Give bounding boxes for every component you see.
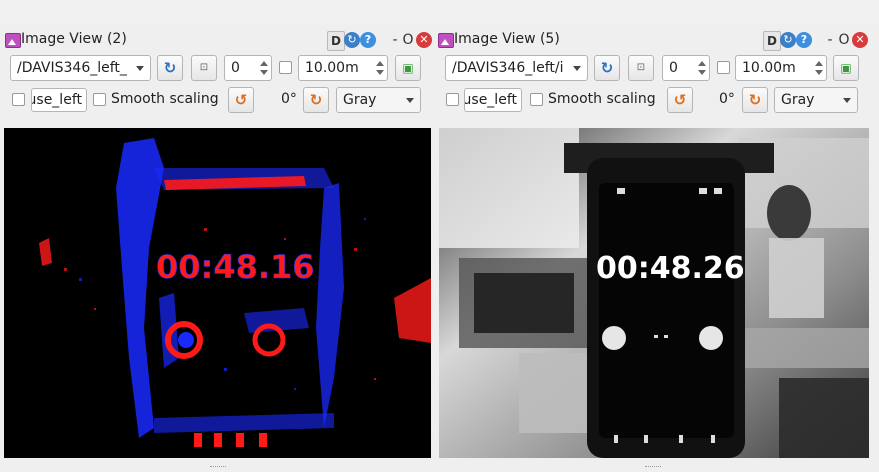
image-view-panel-2: Image View (2) D ↻ ? - O ✕ /DAVIS346_lef… — [0, 24, 437, 472]
event-clock-text: 00:48.16 — [156, 248, 315, 286]
spin-up-icon[interactable] — [260, 61, 268, 66]
spin-up-icon[interactable] — [376, 61, 384, 66]
zoom-fit-icon: ⊡ — [199, 62, 209, 73]
rotate-left-icon: ↺ — [234, 91, 248, 109]
topic-select[interactable]: /DAVIS346_left_ — [10, 55, 151, 81]
smooth-scaling-label: Smooth scaling — [111, 91, 219, 107]
event-frame-graphic: 00:48.16 — [4, 128, 431, 458]
dock-button[interactable]: D — [763, 31, 781, 51]
image-view-panel-5: Image View (5) D ↻ ? - O ✕ /DAVIS346_lef… — [437, 24, 879, 472]
close-button[interactable]: ✕ — [852, 32, 868, 48]
topic-select-value: /DAVIS346_left/i — [452, 60, 564, 76]
panel-titlebar: Image View (2) D ↻ ? - O ✕ — [0, 26, 437, 52]
spin-up-icon[interactable] — [815, 61, 823, 66]
resize-grip[interactable] — [645, 466, 661, 470]
event-image-view[interactable]: 00:48.16 — [4, 128, 431, 458]
chevron-down-icon — [573, 66, 581, 71]
reload-icon[interactable]: ↻ — [780, 32, 796, 48]
rotate-right-button[interactable]: ↻ — [742, 87, 768, 113]
smooth-scaling-label: Smooth scaling — [548, 91, 656, 107]
distance-value: 10.00m — [305, 60, 359, 76]
publish-mouse-checkbox[interactable] — [446, 93, 459, 106]
dynamic-range-checkbox[interactable] — [717, 61, 730, 74]
rotation-label: 0° — [281, 91, 297, 107]
rotation-label: 0° — [719, 91, 735, 107]
panel-title: Image View (2) — [21, 31, 127, 47]
num-gridlines-spinbox[interactable]: 0 — [662, 55, 710, 81]
mouse-topic-input[interactable]: use_left — [464, 88, 522, 112]
topic-select[interactable]: /DAVIS346_left/i — [445, 55, 588, 81]
topic-select-value: /DAVIS346_left_ — [17, 60, 127, 76]
mouse-topic-value: use_left — [31, 92, 82, 108]
rotate-right-icon: ↻ — [309, 91, 323, 109]
distance-value: 10.00m — [742, 60, 796, 76]
colormap-value: Gray — [781, 92, 815, 108]
colormap-value: Gray — [343, 92, 377, 108]
reload-icon[interactable]: ↻ — [344, 32, 360, 48]
max-distance-spinbox[interactable]: 10.00m — [735, 55, 827, 81]
rotate-right-button[interactable]: ↻ — [303, 87, 329, 113]
minimize-button[interactable]: - — [823, 31, 837, 49]
spin-down-icon[interactable] — [376, 70, 384, 75]
window-top-strip — [0, 0, 879, 25]
zoom-fit-button[interactable]: ⊡ — [628, 55, 654, 81]
dynamic-range-checkbox[interactable] — [279, 61, 292, 74]
spin-down-icon[interactable] — [698, 70, 706, 75]
grayscale-frame-graphic: 00:48.26 — [439, 128, 869, 458]
spinbox-value: 0 — [669, 60, 678, 76]
spinbox-value: 0 — [231, 60, 240, 76]
chevron-down-icon — [406, 98, 414, 103]
rotate-left-button[interactable]: ↺ — [228, 87, 254, 113]
panel-titlebar: Image View (5) D ↻ ? - O ✕ — [437, 26, 879, 52]
grayscale-image-view[interactable]: 00:48.26 — [439, 128, 869, 458]
colormap-select[interactable]: Gray — [774, 87, 858, 113]
save-icon: ▣ — [840, 61, 852, 75]
save-image-button[interactable]: ▣ — [833, 55, 859, 81]
save-image-button[interactable]: ▣ — [395, 55, 421, 81]
help-button[interactable]: ? — [796, 32, 812, 48]
refresh-topics-button[interactable]: ↻ — [594, 55, 620, 81]
resize-grip[interactable] — [210, 466, 226, 470]
refresh-icon: ↻ — [600, 59, 614, 77]
dock-button[interactable]: D — [327, 31, 345, 51]
spin-down-icon[interactable] — [815, 70, 823, 75]
publish-mouse-checkbox[interactable] — [12, 93, 25, 106]
zoom-fit-icon: ⊡ — [636, 62, 646, 73]
mouse-topic-value: use_left — [464, 92, 517, 108]
refresh-topics-button[interactable]: ↻ — [157, 55, 183, 81]
panel-title: Image View (5) — [454, 31, 560, 47]
float-button[interactable]: O — [837, 31, 851, 49]
close-button[interactable]: ✕ — [416, 32, 432, 48]
minimize-button[interactable]: - — [388, 31, 402, 49]
chevron-down-icon — [843, 98, 851, 103]
colormap-select[interactable]: Gray — [336, 87, 421, 113]
float-button[interactable]: O — [401, 31, 415, 49]
rotate-right-icon: ↻ — [748, 91, 762, 109]
mouse-topic-input[interactable]: use_left — [31, 88, 87, 112]
num-gridlines-spinbox[interactable]: 0 — [224, 55, 272, 81]
image-view-app-icon — [438, 33, 454, 48]
zoom-fit-button[interactable]: ⊡ — [191, 55, 217, 81]
help-button[interactable]: ? — [360, 32, 376, 48]
smooth-scaling-checkbox[interactable] — [93, 93, 106, 106]
smooth-scaling-checkbox[interactable] — [530, 93, 543, 106]
chevron-down-icon — [136, 66, 144, 71]
save-icon: ▣ — [402, 61, 414, 75]
rotate-left-button[interactable]: ↺ — [667, 87, 693, 113]
frame-clock-text: 00:48.26 — [596, 251, 745, 286]
rotate-left-icon: ↺ — [673, 91, 687, 109]
spin-down-icon[interactable] — [260, 70, 268, 75]
image-view-app-icon — [5, 33, 21, 48]
spin-up-icon[interactable] — [698, 61, 706, 66]
refresh-icon: ↻ — [163, 59, 177, 77]
max-distance-spinbox[interactable]: 10.00m — [298, 55, 388, 81]
